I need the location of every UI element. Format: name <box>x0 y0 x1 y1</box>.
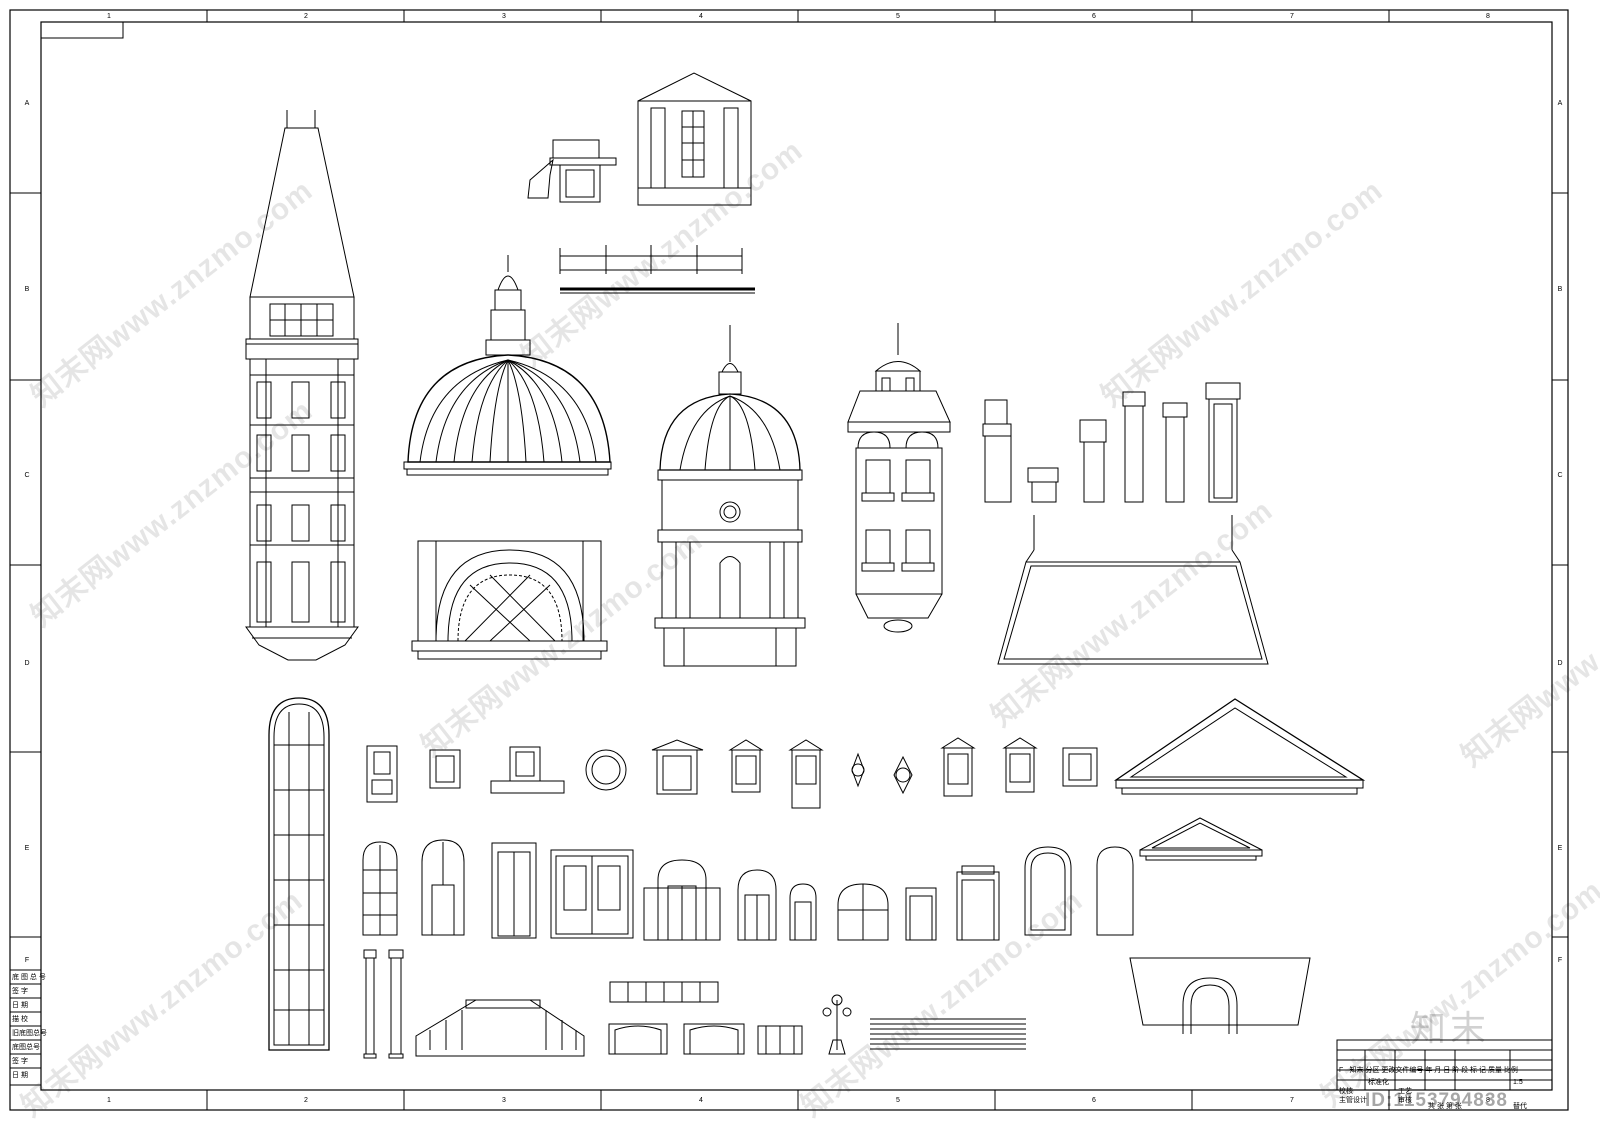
row-a-left: A <box>24 100 30 107</box>
stamp-row-4: 描 校 <box>12 1016 28 1023</box>
col-3-bottom: 3 <box>502 1097 506 1104</box>
row-e-left: E <box>24 845 30 852</box>
id-label: ID:1153794838 <box>1365 1090 1508 1111</box>
corner-box <box>40 21 124 39</box>
col-4-bottom: 4 <box>699 1097 703 1104</box>
col-2-bottom: 2 <box>304 1097 308 1104</box>
tb-replace: 替代 <box>1513 1103 1527 1110</box>
window-row <box>366 737 1098 809</box>
stamp-row-6: 底图总号 <box>12 1044 40 1051</box>
col-6-top: 6 <box>1092 13 1096 20</box>
stamp-row-3: 日 期 <box>12 1002 28 1009</box>
row-c-left: C <box>24 472 30 479</box>
col-1-bottom: 1 <box>107 1097 111 1104</box>
domed-pavilion <box>654 325 806 667</box>
row-b-right: B <box>1557 286 1563 293</box>
row-f-left: F <box>24 957 30 964</box>
col-4-top: 4 <box>699 13 703 20</box>
col-3-top: 3 <box>502 13 506 20</box>
tall-arched-window <box>268 697 330 1051</box>
col-5-top: 5 <box>896 13 900 20</box>
bottom-row <box>363 949 1311 1059</box>
stamp-row-5: 旧底图总号 <box>12 1030 47 1037</box>
col-2-top: 2 <box>304 13 308 20</box>
col-5-bottom: 5 <box>896 1097 900 1104</box>
large-pediment <box>1113 698 1366 795</box>
row-f-right: F <box>1557 957 1563 964</box>
stamp-row-1: 底 图 总 号 <box>12 974 46 981</box>
col-7-bottom: 7 <box>1290 1097 1294 1104</box>
row-d-left: D <box>24 660 30 667</box>
col-1-top: 1 <box>107 13 111 20</box>
window-hood-piece <box>527 139 617 203</box>
bay-tower <box>847 323 951 633</box>
brand-logo-text: 知末 <box>1410 1008 1491 1049</box>
row-e-right: E <box>1557 845 1563 852</box>
col-6-bottom: 6 <box>1092 1097 1096 1104</box>
row-b-left: B <box>24 286 30 293</box>
tb-scale: 1:5 <box>1513 1079 1523 1086</box>
small-pediment <box>1139 817 1263 861</box>
col-7-top: 7 <box>1290 13 1294 20</box>
row-a-right: A <box>1557 100 1563 107</box>
row-c-right: C <box>1557 472 1563 479</box>
stamp-row-2: 签 字 <box>12 988 28 995</box>
col-8-top: 8 <box>1486 13 1490 20</box>
